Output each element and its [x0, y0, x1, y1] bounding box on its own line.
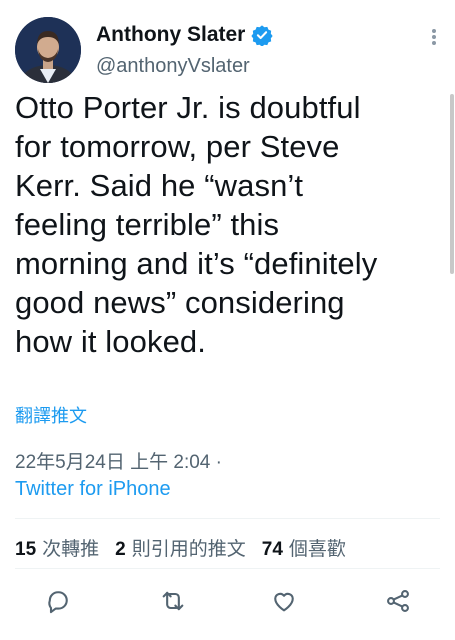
tweet-card: Anthony Slater @anthonyVslater Otto Port…	[0, 0, 455, 640]
tweet-text-line: for tomorrow, per Steve	[15, 129, 340, 164]
reply-icon[interactable]	[44, 587, 72, 615]
quotes-label: 則引用的推文	[131, 539, 246, 560]
tweet-text-line: good news” considering	[15, 285, 345, 320]
tweet-text-line: morning and it’s “definitely	[15, 246, 378, 281]
divider	[15, 518, 440, 519]
verified-badge-icon	[251, 24, 273, 47]
retweets-stat[interactable]: 15 次轉推	[15, 534, 99, 561]
tweet-source-link[interactable]: Twitter for iPhone	[15, 478, 171, 501]
author-name-row[interactable]: Anthony Slater	[96, 20, 273, 50]
tweet-text-line: how it looked.	[15, 324, 206, 359]
quotes-stat[interactable]: 2 則引用的推文	[115, 534, 246, 561]
divider	[15, 568, 440, 569]
engagement-stats: 15 次轉推 2 則引用的推文 74 個喜歡	[15, 534, 362, 561]
action-bar	[0, 587, 455, 617]
tweet-timestamp[interactable]: 22年5月24日 上午 2:04 ·	[15, 447, 222, 474]
author-handle[interactable]: @anthonyVslater	[96, 55, 250, 78]
likes-count: 74	[261, 539, 283, 560]
author-name[interactable]: Anthony Slater	[96, 23, 245, 47]
likes-label: 個喜歡	[288, 539, 346, 560]
tweet-text: Otto Porter Jr. is doubtful for tomorrow…	[15, 88, 440, 361]
translate-tweet-link[interactable]: 翻譯推文	[15, 402, 87, 428]
scrollbar-thumb[interactable]	[450, 94, 454, 274]
retweet-icon[interactable]	[159, 587, 187, 615]
tweet-text-line: feeling terrible” this	[15, 207, 280, 242]
more-options-icon[interactable]	[431, 27, 437, 47]
scrollbar[interactable]	[449, 0, 455, 640]
like-icon[interactable]	[270, 587, 298, 615]
tweet-text-line: Kerr. Said he “wasn’t	[15, 168, 304, 203]
quotes-count: 2	[115, 539, 126, 560]
avatar[interactable]	[15, 17, 81, 83]
tweet-text-line: Otto Porter Jr. is doubtful	[15, 90, 361, 125]
likes-stat[interactable]: 74 個喜歡	[262, 534, 346, 561]
retweets-label: 次轉推	[42, 539, 100, 560]
retweets-count: 15	[15, 539, 37, 560]
share-icon[interactable]	[384, 587, 412, 615]
